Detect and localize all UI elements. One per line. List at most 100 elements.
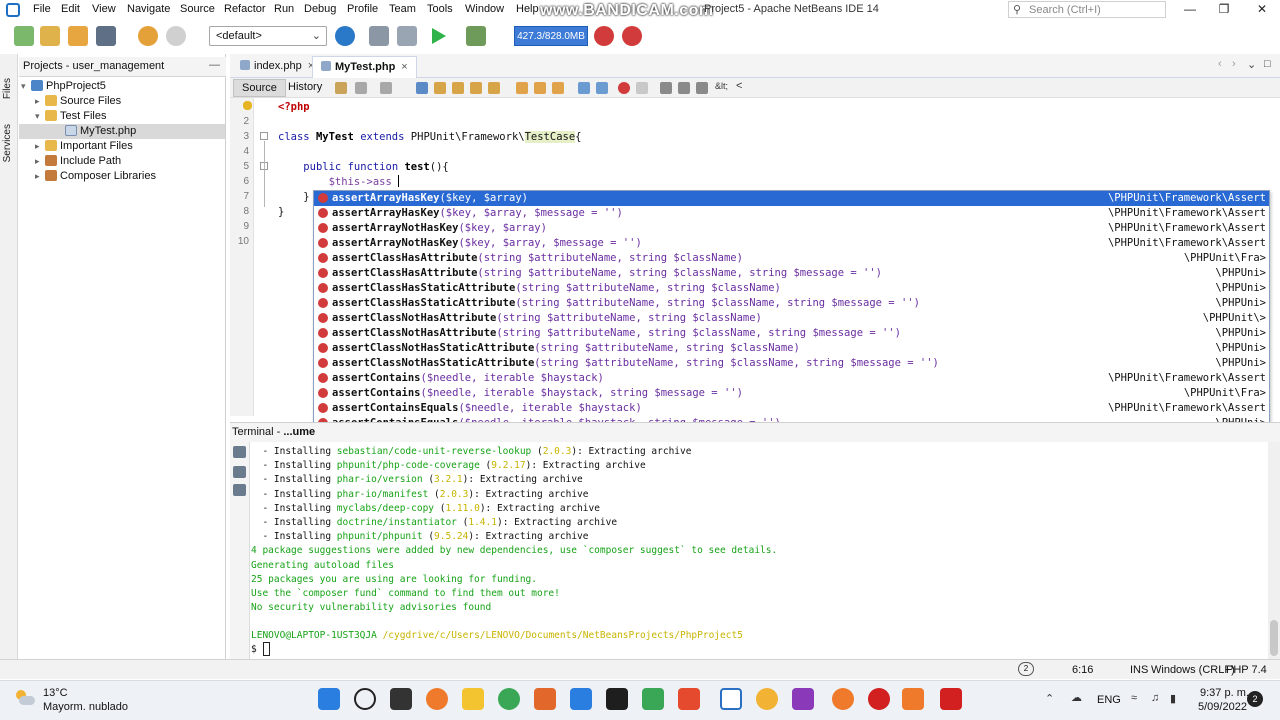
completion-item[interactable]: assertArrayHasKey($key, $array, $message… <box>314 206 1269 221</box>
completion-item[interactable]: assertContainsEquals($needle, iterable $… <box>314 401 1269 416</box>
undo-icon[interactable] <box>138 26 158 46</box>
find-next-icon[interactable] <box>452 82 464 94</box>
toggle-highlight-icon[interactable] <box>470 82 482 94</box>
chevron-right-icon[interactable]: ▸ <box>35 169 45 184</box>
chevron-down-icon[interactable]: ▾ <box>21 79 31 94</box>
completion-item[interactable]: assertClassNotHasStaticAttribute(string … <box>314 356 1269 371</box>
menu-view[interactable]: View <box>92 3 116 15</box>
toggle-rect-selection-icon[interactable] <box>488 82 500 94</box>
tag-icon[interactable]: < <box>736 80 742 92</box>
vscode-icon[interactable] <box>570 688 592 710</box>
debug-icon[interactable] <box>466 26 486 46</box>
start-macro-icon[interactable] <box>618 82 630 94</box>
tab-mytest-php[interactable]: MyTest.php × <box>312 56 417 78</box>
start-windows-icon[interactable] <box>318 688 340 710</box>
notification-badge[interactable]: 2 <box>1247 691 1263 707</box>
netbeans-icon[interactable] <box>720 688 742 710</box>
new-terminal-icon[interactable] <box>233 466 246 478</box>
configuration-select[interactable]: <default> ⌄ <box>209 26 327 46</box>
tree-item-composer-libraries[interactable]: ▸ Composer Libraries <box>35 169 156 184</box>
menu-window[interactable]: Window <box>465 3 504 15</box>
volume-icon[interactable]: ♫ <box>1151 692 1159 704</box>
menu-team[interactable]: Team <box>389 3 416 15</box>
jetbrains-icon[interactable] <box>606 688 628 710</box>
previous-bookmark-icon[interactable] <box>516 82 528 94</box>
winrar-icon[interactable] <box>792 688 814 710</box>
completion-item[interactable]: assertClassHasAttribute(string $attribut… <box>314 251 1269 266</box>
close-tab-icon[interactable]: × <box>401 61 407 73</box>
weather-cloud-icon[interactable] <box>14 688 36 708</box>
find-previous-icon[interactable] <box>434 82 446 94</box>
save-all-icon[interactable] <box>96 26 116 46</box>
open-project-icon[interactable] <box>68 26 88 46</box>
completion-item[interactable]: assertArrayHasKey($key, $array) \PHPUnit\… <box>314 191 1269 206</box>
search-icon[interactable] <box>354 688 376 710</box>
run-icon[interactable] <box>432 28 446 44</box>
toggle-bookmark-icon[interactable] <box>552 82 564 94</box>
tray-cloud-icon[interactable]: ☁ <box>1071 691 1082 704</box>
tab-history[interactable]: History <box>280 79 330 97</box>
scrollbar-thumb[interactable] <box>1270 620 1278 656</box>
profile-icon[interactable] <box>594 26 614 46</box>
weather-temperature[interactable]: 13°C <box>43 687 68 699</box>
wifi-icon[interactable]: ≈ <box>1131 692 1137 704</box>
find-selection-icon[interactable] <box>416 82 428 94</box>
tab-source[interactable]: Source <box>233 79 286 97</box>
tree-item-mytest[interactable]: MyTest.php <box>19 124 225 139</box>
terminal-icon[interactable] <box>233 446 246 458</box>
stop-macro-icon[interactable] <box>636 82 648 94</box>
stop-profile-icon[interactable] <box>622 26 642 46</box>
tab-index-php[interactable]: index.php × <box>232 56 322 78</box>
app-icon[interactable] <box>426 688 448 710</box>
tree-item-project[interactable]: ▾ PhpProject5 <box>21 79 106 94</box>
last-edit-icon[interactable] <box>335 82 347 94</box>
file-explorer-icon[interactable] <box>462 688 484 710</box>
completion-item[interactable]: assertClassHasStaticAttribute(string $at… <box>314 281 1269 296</box>
input-language[interactable]: ENG <box>1097 694 1121 706</box>
menu-navigate[interactable]: Navigate <box>127 3 170 15</box>
tree-item-include-path[interactable]: ▸ Include Path <box>35 154 121 169</box>
minimize-button[interactable]: — <box>1180 2 1200 16</box>
maximize-editor-icon[interactable]: □ <box>1264 58 1271 70</box>
menu-profile[interactable]: Profile <box>347 3 378 15</box>
notifications-icon[interactable]: 2 <box>1018 662 1034 676</box>
hint-bulb-icon[interactable] <box>243 101 252 110</box>
search-input[interactable]: ⚲ Search (Ctrl+I) <box>1008 1 1166 18</box>
comment-icon[interactable] <box>660 82 672 94</box>
bandicam-icon[interactable] <box>868 688 890 710</box>
terminal-settings-icon[interactable] <box>233 484 246 496</box>
terminal-output[interactable]: - Installing sebastian/code-unit-reverse… <box>250 442 1268 659</box>
memory-indicator[interactable]: 427.3/828.0MB <box>514 26 588 46</box>
app-icon[interactable] <box>642 688 664 710</box>
next-bookmark-icon[interactable] <box>534 82 546 94</box>
completion-item[interactable]: assertClassNotHasAttribute(string $attri… <box>314 326 1269 341</box>
completion-item[interactable]: assertClassHasAttribute(string $attribut… <box>314 266 1269 281</box>
menu-help[interactable]: Help <box>516 3 539 15</box>
app-icon[interactable] <box>756 688 778 710</box>
git-icon[interactable] <box>678 688 700 710</box>
tree-item-important-files[interactable]: ▸ Important Files <box>35 139 133 154</box>
tab-terminal[interactable]: Terminal - ...ume <box>232 426 315 438</box>
services-tab[interactable]: Services <box>2 124 13 162</box>
code-completion-popup[interactable]: assertArrayHasKey($key, $array) \PHPUnit\… <box>313 190 1270 445</box>
app-icon[interactable] <box>902 688 924 710</box>
menu-source[interactable]: Source <box>180 3 215 15</box>
new-project-icon[interactable] <box>40 26 60 46</box>
chevron-right-icon[interactable]: ▸ <box>35 94 45 109</box>
menu-tools[interactable]: Tools <box>427 3 453 15</box>
files-tab[interactable]: Files <box>2 78 13 99</box>
chevron-right-icon[interactable]: ▸ <box>35 154 45 169</box>
tab-list-icon[interactable]: ⌄ <box>1247 58 1256 71</box>
fold-toggle-icon[interactable] <box>260 132 268 140</box>
globe-icon[interactable] <box>335 26 355 46</box>
chevron-down-icon[interactable]: ▾ <box>35 109 45 124</box>
pdf-icon[interactable] <box>940 688 962 710</box>
back-icon[interactable] <box>355 82 367 94</box>
shift-right-icon[interactable] <box>596 82 608 94</box>
completion-item[interactable]: assertArrayNotHasKey($key, $array, $mess… <box>314 236 1269 251</box>
new-file-icon[interactable] <box>14 26 34 46</box>
forward-icon[interactable] <box>380 82 392 94</box>
language-level[interactable]: PHP 7.4 <box>1226 664 1267 676</box>
close-window-button[interactable]: ✕ <box>1252 2 1272 16</box>
clean-build-icon[interactable] <box>397 26 417 46</box>
